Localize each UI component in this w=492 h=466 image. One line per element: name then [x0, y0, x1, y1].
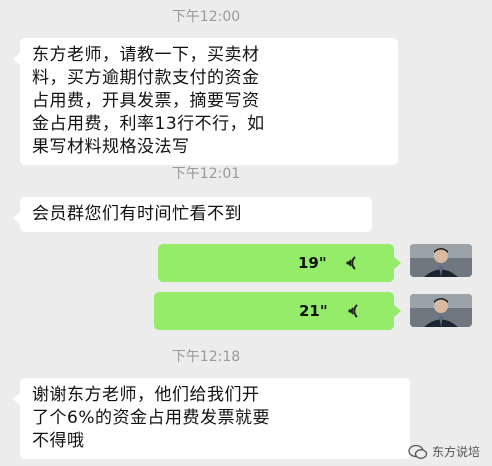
timestamp: 下午12:01 — [171, 166, 241, 182]
avatar[interactable] — [410, 294, 472, 327]
watermark-text: 东方说培 — [431, 445, 480, 459]
message-bubble[interactable]: 会员群您们有时间忙看不到 — [13, 197, 372, 232]
voice-duration: 21" — [299, 302, 328, 320]
message-line: 了个6%的资金占用费发票就要 — [32, 408, 270, 428]
avatar[interactable] — [410, 244, 472, 277]
user-photo-icon — [410, 244, 472, 277]
message-line: 不得哦 — [32, 431, 85, 451]
watermark: 东方说培 — [408, 443, 480, 460]
voice-message[interactable]: 19" — [158, 244, 401, 282]
voice-wave-icon — [346, 256, 356, 270]
message-line: 果写材料规格没法写 — [32, 137, 190, 157]
voice-duration: 19" — [298, 254, 327, 272]
timestamp: 下午12:18 — [171, 349, 241, 365]
wechat-official-icon — [408, 444, 428, 459]
timestamp: 下午12:00 — [171, 9, 241, 25]
message-line: 东方老师，请教一下，买卖材 — [32, 45, 260, 65]
message-bubble[interactable]: 谢谢东方老师，他们给我们开 了个6%的资金占用费发票就要 不得哦 — [13, 378, 410, 459]
message-line: 谢谢东方老师，他们给我们开 — [32, 385, 260, 405]
voice-wave-icon — [348, 304, 358, 318]
message-line: 金占用费，利率13行不行，如 — [32, 114, 265, 134]
message-bubble[interactable]: 东方老师，请教一下，买卖材 料，买方逾期付款支付的资金 占用费，开具发票，摘要写… — [13, 38, 398, 165]
user-photo-icon — [410, 294, 472, 327]
voice-message[interactable]: 21" — [154, 292, 401, 330]
message-line: 料，买方逾期付款支付的资金 — [32, 68, 260, 88]
message-line: 会员群您们有时间忙看不到 — [32, 204, 242, 224]
message-line: 占用费，开具发票，摘要写资 — [32, 91, 260, 111]
